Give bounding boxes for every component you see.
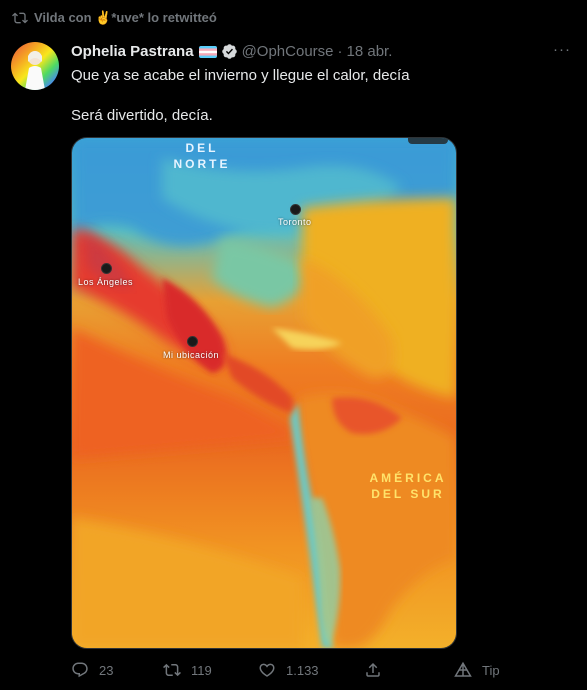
temperature-map [72,138,456,648]
share-icon [366,662,380,677]
tip-label: Tip [482,662,500,678]
avatar-image [11,42,59,90]
reply-button[interactable]: 23 [71,659,113,681]
retweet-text: Vilda con ✌️*uve* lo retwitteó [34,10,217,25]
verified-badge-icon [221,44,237,59]
like-count: 1.133 [286,662,319,678]
tweet-media-image[interactable]: DEL NORTE Toronto Los Ángeles Mi ubicaci… [71,137,457,649]
map-pin-toronto[interactable] [290,204,301,215]
separator: · [337,43,343,60]
author-handle[interactable]: @OphCourse [242,43,334,60]
more-options-button[interactable]: ··· [553,41,571,58]
tip-button[interactable]: Tip [454,659,500,681]
reply-count: 23 [99,662,114,678]
trans-flag-icon [198,45,217,58]
like-button[interactable]: 1.133 [258,659,319,681]
region-label-south-america: AMÉRICA DEL SUR [369,471,447,501]
city-label-los-angeles: Los Ángeles [78,277,134,287]
my-location-label: Mi ubicación [163,350,220,360]
retweet-action-icon [163,663,181,677]
retweet-count: 119 [191,662,212,678]
retweet-button[interactable]: 119 [163,659,212,681]
reply-icon [72,662,88,678]
region-label-north: DEL NORTE [173,141,231,171]
heart-icon [259,663,275,677]
share-button[interactable] [364,659,382,681]
tweet-header: Ophelia Pastrana @OphCourse · 18 abr. ··… [71,41,571,60]
tip-icon [454,661,472,677]
author-name[interactable]: Ophelia Pastrana [71,43,194,60]
tweet-text-line-2: Será divertido, decía. [71,107,213,124]
map-pin-los-angeles[interactable] [101,263,112,274]
tweet-date[interactable]: 18 abr. [347,43,393,60]
map-pin-my-location[interactable] [187,336,198,347]
tweet-actions: 23 119 1.133 Tip [71,659,511,681]
retweet-indicator[interactable]: Vilda con ✌️*uve* lo retwitteó [12,10,217,26]
retweet-icon [12,12,28,24]
tweet-text-line-1: Que ya se acabe el invierno y llegue el … [71,67,410,84]
city-label-toronto: Toronto [278,217,312,227]
avatar[interactable] [11,42,59,90]
